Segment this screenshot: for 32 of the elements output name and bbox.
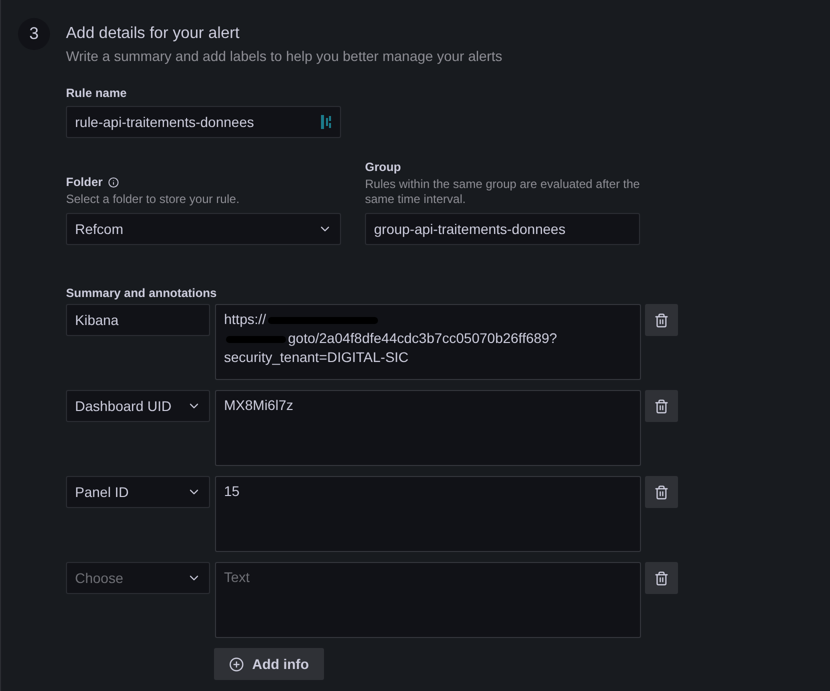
annotation-value-field[interactable]: https:// goto/2a04f8dfe44cdc3b7cc05070b26ff689? security_tenant=DIGITAL-SIC [215,304,641,380]
delete-button[interactable] [645,390,678,422]
field-description: Select a folder to store your rule. [66,192,240,207]
annotation-key-field[interactable]: Kibana [66,304,210,336]
annotation-key-select[interactable]: Panel ID [66,476,210,508]
trash-icon [654,398,669,414]
trash-icon [654,312,669,328]
delete-button[interactable] [645,304,678,336]
annotation-value-field[interactable]: MX8Mi6l7z [215,390,641,466]
annotation-value-field[interactable]: Text [215,562,641,638]
field-label: Rule name [66,86,127,100]
annotation-key-select[interactable]: Dashboard UID [66,390,210,422]
trash-icon [654,570,669,586]
group-field[interactable]: group-api-traitements-donnees [365,213,640,245]
delete-button[interactable] [645,476,678,508]
step-number: 3 [18,18,50,50]
add-info-button[interactable]: Add info [214,648,324,680]
delete-button[interactable] [645,562,678,594]
password-manager-icon[interactable] [320,114,332,130]
field-description: Rules within the same group are evaluated after the same time interval. [365,177,640,207]
rule-name-field[interactable]: rule-api-traitements-donnees [66,106,341,138]
field-label: Folder [66,175,103,189]
trash-icon [654,484,669,500]
section-title: Add details for your alert [66,25,240,43]
field-label: Group [365,160,401,174]
plus-circle-icon [229,656,244,672]
field-label: Summary and annotations [66,286,217,300]
annotation-key-select[interactable]: Choose [66,562,210,594]
section-subtitle: Write a summary and add labels to help you better manage your alerts [66,48,504,64]
folder-select[interactable]: Refcom [66,213,341,245]
annotation-value-field[interactable]: 15 [215,476,641,552]
info-icon[interactable] [108,176,119,188]
